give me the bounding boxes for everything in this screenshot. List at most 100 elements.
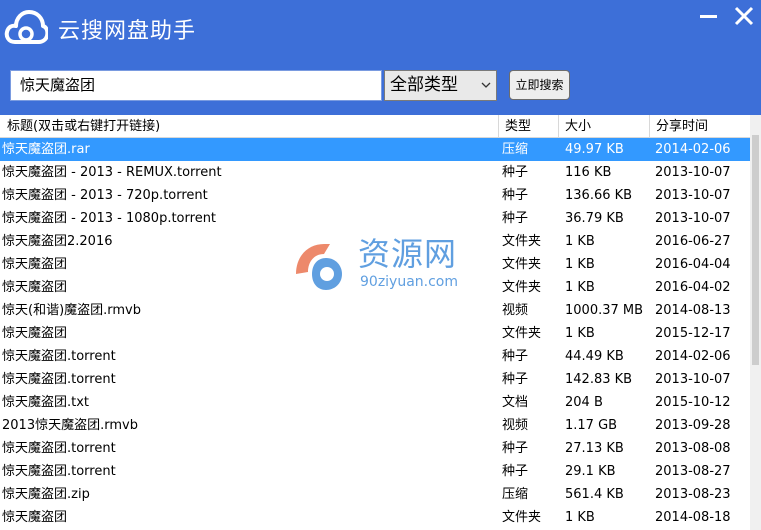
row-time: 2013-08-08 (655, 441, 731, 456)
row-name: 惊天魔盗团 (2, 510, 68, 525)
row-size: 1 KB (565, 234, 595, 249)
row-size: 1 KB (565, 257, 595, 272)
table-row[interactable]: 惊天魔盗团.torrent 种子 44.49 KB 2014-02-06 (0, 345, 750, 368)
table-row[interactable]: 惊天(和谐)魔盗团.rmvb 视频 1000.37 MB 2014-08-13 (0, 299, 750, 322)
search-bar: 惊天魔盗团 全部类型 立即搜索 (0, 57, 761, 115)
cloud-icon (4, 10, 48, 44)
row-type: 文件夹 (502, 280, 542, 295)
row-type: 种子 (502, 464, 529, 479)
row-type: 种子 (502, 349, 529, 364)
table-row[interactable]: 惊天魔盗团 文件夹 1 KB 2016-04-02 (0, 276, 750, 299)
row-time: 2014-08-13 (655, 303, 731, 318)
row-name: 惊天魔盗团 - 2013 - REMUX.torrent (2, 165, 222, 180)
row-time: 2016-06-27 (655, 234, 731, 249)
row-name: 惊天魔盗团.zip (2, 487, 90, 502)
minimize-button[interactable] (697, 6, 721, 28)
row-time: 2014-08-18 (655, 510, 731, 525)
row-size: 1 KB (565, 510, 595, 525)
row-name: 惊天魔盗团2.2016 (2, 234, 113, 249)
table-header: 标题(双击或右键打开链接) 类型 大小 分享时间 (0, 115, 750, 138)
search-input[interactable]: 惊天魔盗团 (10, 70, 382, 101)
table-row[interactable]: 惊天魔盗团 - 2013 - 1080p.torrent 种子 36.79 KB… (0, 207, 750, 230)
table-row[interactable]: 惊天魔盗团.zip 压缩 561.4 KB 2013-08-23 (0, 483, 750, 506)
row-type: 视频 (502, 418, 529, 433)
row-time: 2014-02-06 (655, 349, 731, 364)
table-row[interactable]: 惊天魔盗团.rar 压缩 49.97 KB 2014-02-06 (0, 138, 750, 161)
table-row[interactable]: 惊天魔盗团.torrent 种子 142.83 KB 2013-10-07 (0, 368, 750, 391)
table-row[interactable]: 惊天魔盗团2.2016 文件夹 1 KB 2016-06-27 (0, 230, 750, 253)
column-header-size[interactable]: 大小 (559, 115, 650, 138)
row-size: 136.66 KB (565, 188, 633, 203)
table-row[interactable]: 惊天魔盗团.txt 文档 204 B 2015-10-12 (0, 391, 750, 414)
close-button[interactable] (732, 6, 756, 28)
table-row[interactable]: 惊天魔盗团 文件夹 1 KB 2016-04-04 (0, 253, 750, 276)
app-title: 云搜网盘助手 (58, 19, 197, 44)
row-time: 2016-04-02 (655, 280, 731, 295)
row-size: 27.13 KB (565, 441, 624, 456)
table-row[interactable]: 2013惊天魔盗团.rmvb 视频 1.17 GB 2013-09-28 (0, 414, 750, 437)
row-name: 2013惊天魔盗团.rmvb (2, 418, 138, 433)
row-time: 2013-10-07 (655, 165, 731, 180)
row-time: 2013-10-07 (655, 372, 731, 387)
row-time: 2014-02-06 (655, 142, 731, 157)
table-row[interactable]: 惊天魔盗团 - 2013 - REMUX.torrent 种子 116 KB 2… (0, 161, 750, 184)
column-header-time[interactable]: 分享时间 (650, 115, 750, 138)
row-time: 2013-09-28 (655, 418, 731, 433)
row-size: 1 KB (565, 280, 595, 295)
column-header-type[interactable]: 类型 (499, 115, 559, 138)
row-type: 种子 (502, 441, 529, 456)
table-row[interactable]: 惊天魔盗团.torrent 种子 29.1 KB 2013-08-27 (0, 460, 750, 483)
row-size: 1 KB (565, 326, 595, 341)
row-size: 1000.37 MB (565, 303, 644, 318)
type-select[interactable]: 全部类型 (384, 70, 497, 101)
row-name: 惊天(和谐)魔盗团.rmvb (2, 303, 142, 318)
row-name: 惊天魔盗团.rar (2, 142, 90, 157)
row-type: 文件夹 (502, 257, 542, 272)
row-name: 惊天魔盗团.torrent (2, 441, 116, 456)
row-type: 文件夹 (502, 234, 542, 249)
row-size: 116 KB (565, 165, 612, 180)
row-time: 2015-10-12 (655, 395, 731, 410)
column-header-title[interactable]: 标题(双击或右键打开链接) (0, 115, 499, 138)
row-name: 惊天魔盗团 - 2013 - 1080p.torrent (2, 211, 217, 226)
row-name: 惊天魔盗团.torrent (2, 349, 116, 364)
table-row[interactable]: 惊天魔盗团.torrent 种子 27.13 KB 2013-08-08 (0, 437, 750, 460)
table-row[interactable]: 惊天魔盗团 文件夹 1 KB 2015-12-17 (0, 322, 750, 345)
row-size: 561.4 KB (565, 487, 624, 502)
vertical-scrollbar[interactable] (750, 115, 761, 530)
row-size: 204 B (565, 395, 603, 410)
title-bar: 云搜网盘助手 (0, 0, 761, 57)
row-size: 1.17 GB (565, 418, 618, 433)
row-type: 种子 (502, 372, 529, 387)
row-type: 种子 (502, 165, 529, 180)
result-list: 惊天魔盗团.rar 压缩 49.97 KB 2014-02-06 惊天魔盗团 -… (0, 138, 750, 530)
row-size: 29.1 KB (565, 464, 616, 479)
row-name: 惊天魔盗团 (2, 280, 68, 295)
row-time: 2015-12-17 (655, 326, 731, 341)
search-button[interactable]: 立即搜索 (509, 70, 570, 100)
row-type: 种子 (502, 211, 529, 226)
row-time: 2013-08-27 (655, 464, 731, 479)
row-type: 压缩 (502, 487, 529, 502)
row-type: 文档 (502, 395, 529, 410)
minimize-icon (700, 15, 717, 18)
row-size: 36.79 KB (565, 211, 624, 226)
row-name: 惊天魔盗团.txt (2, 395, 90, 410)
row-name: 惊天魔盗团.torrent (2, 372, 116, 387)
row-name: 惊天魔盗团.torrent (2, 464, 116, 479)
row-type: 种子 (502, 188, 529, 203)
row-name: 惊天魔盗团 (2, 326, 68, 341)
row-name: 惊天魔盗团 (2, 257, 68, 272)
row-size: 44.49 KB (565, 349, 624, 364)
table-row[interactable]: 惊天魔盗团 文件夹 1 KB 2014-08-18 (0, 506, 750, 529)
row-time: 2016-04-04 (655, 257, 731, 272)
row-time: 2013-10-07 (655, 188, 731, 203)
row-size: 49.97 KB (565, 142, 624, 157)
scrollbar-thumb[interactable] (752, 135, 759, 365)
row-size: 142.83 KB (565, 372, 633, 387)
row-type: 压缩 (502, 142, 529, 157)
table-row[interactable]: 惊天魔盗团 - 2013 - 720p.torrent 种子 136.66 KB… (0, 184, 750, 207)
chevron-down-icon (481, 82, 491, 88)
row-type: 文件夹 (502, 326, 542, 341)
row-time: 2013-08-23 (655, 487, 731, 502)
